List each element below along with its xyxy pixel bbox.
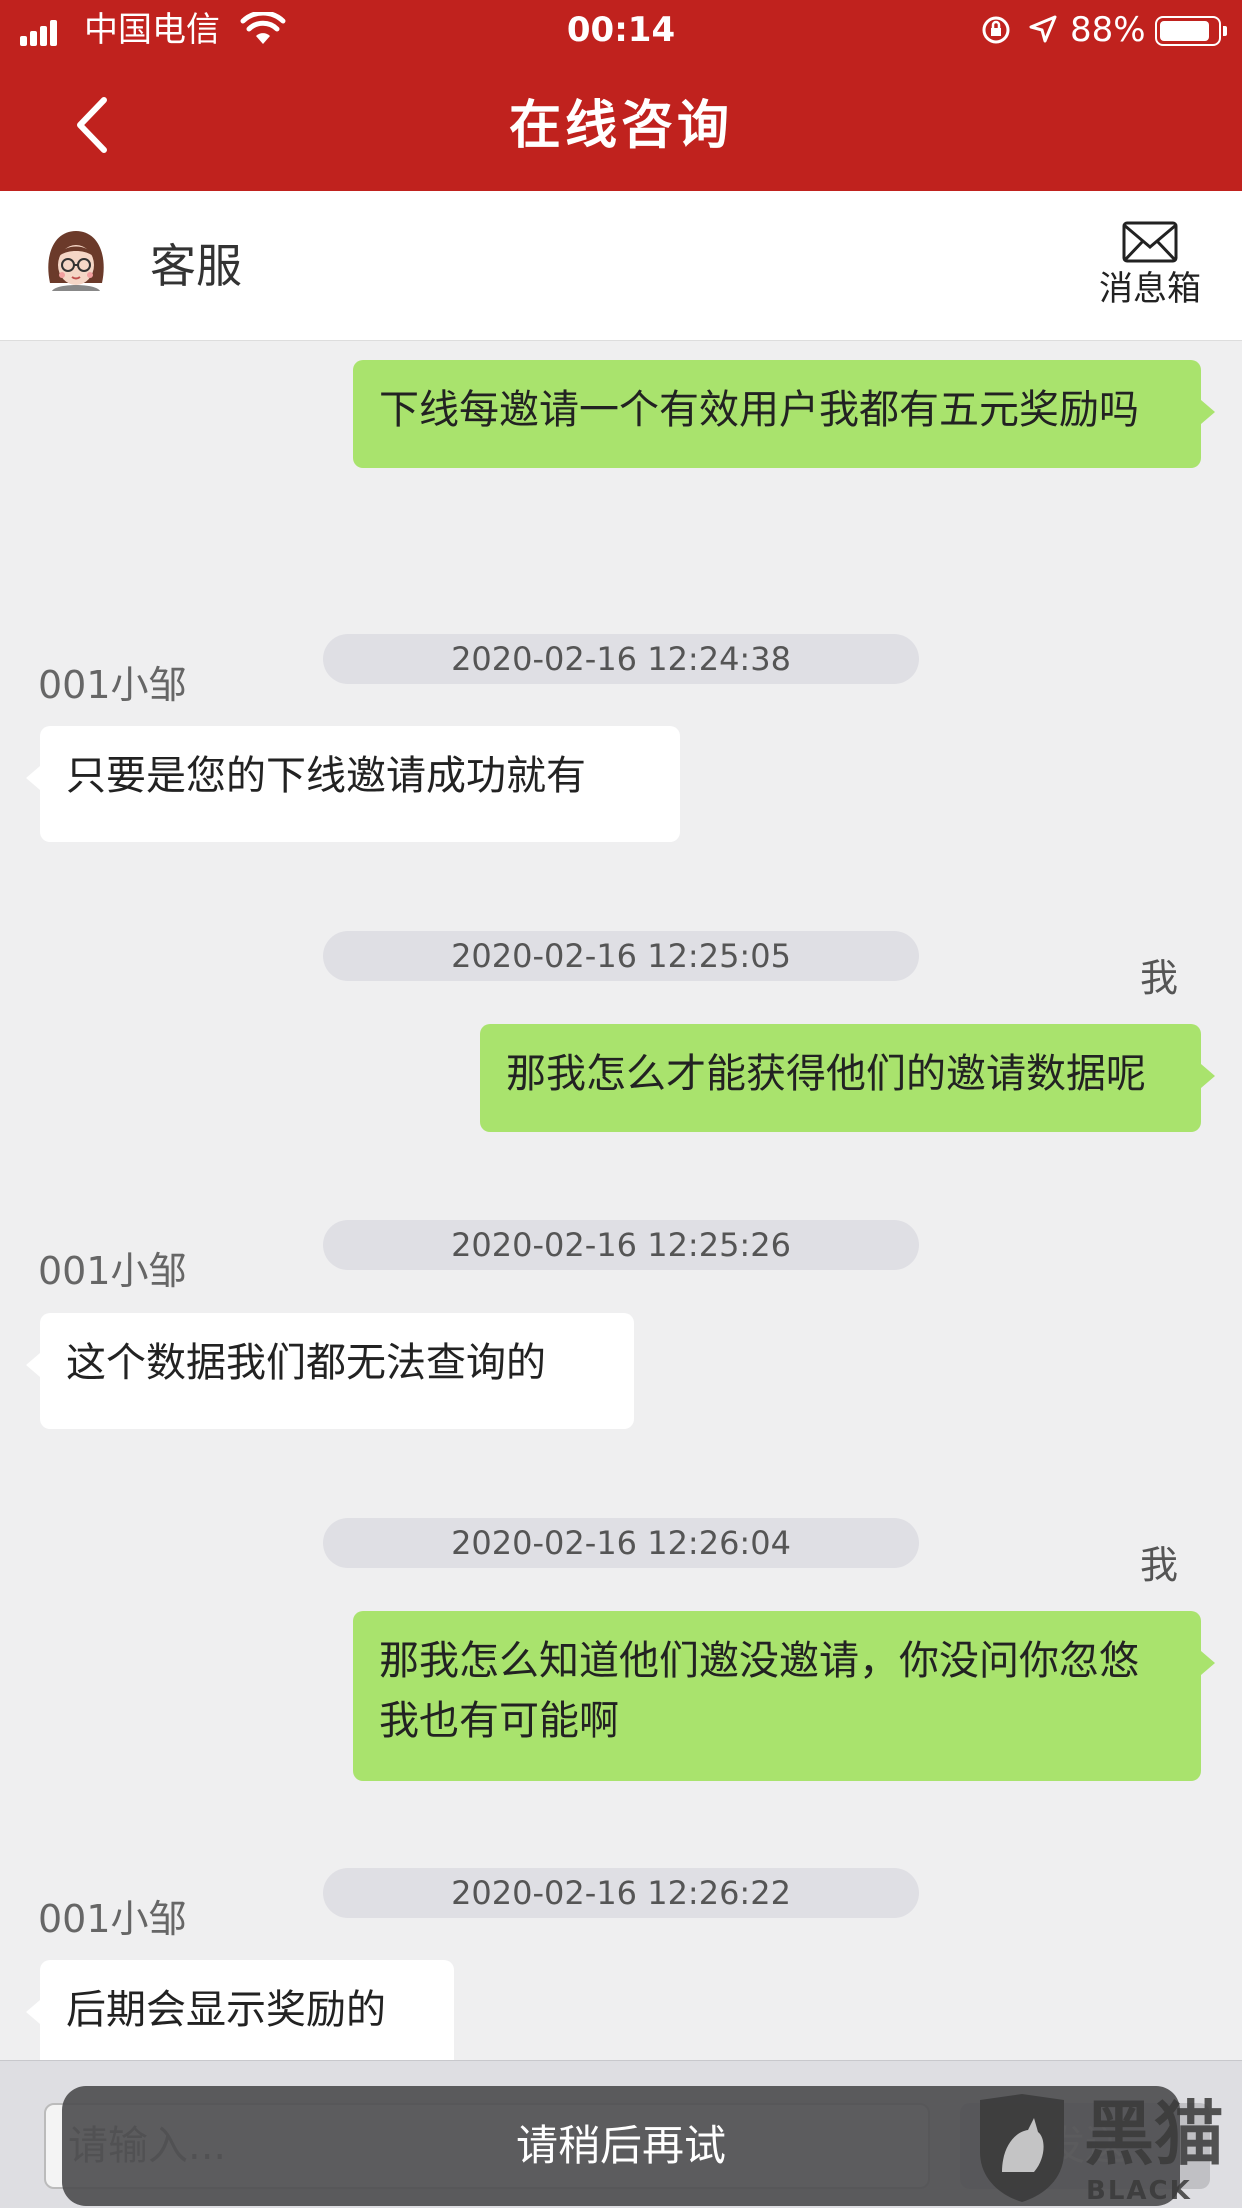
chat-area[interactable]: 下线每邀请一个有效用户我都有五元奖励吗 2020-02-16 12:24:38 … — [0, 342, 1242, 2060]
agent-header: 客服 消息箱 — [0, 191, 1242, 341]
watermark-cn: 黑猫 — [1084, 2093, 1224, 2175]
agent-avatar-icon — [48, 231, 104, 291]
agent-name: 客服 — [150, 239, 242, 293]
message-text: 这个数据我们都无法查询的 — [66, 1340, 546, 1386]
rotation-lock-icon — [982, 16, 1010, 44]
inbox-button[interactable]: 消息箱 — [1080, 221, 1220, 321]
message-text-line: 那我怎么知道他们邀没邀请，你没问你忽悠 — [379, 1638, 1139, 1684]
location-arrow-icon — [1029, 15, 1057, 43]
message-text: 下线每邀请一个有效用户我都有五元奖励吗 — [379, 387, 1139, 433]
agent-message-bubble[interactable]: 后期会显示奖励的 — [26, 1960, 454, 2060]
message-text: 后期会显示奖励的 — [66, 1987, 386, 2033]
envelope-icon — [1122, 221, 1178, 263]
sender-name: 001小邹 — [38, 663, 187, 707]
my-message-bubble[interactable]: 下线每邀请一个有效用户我都有五元奖励吗 — [353, 360, 1215, 468]
message-timestamp: 2020-02-16 12:24:38 — [323, 634, 919, 684]
nav-bar: 在线咨询 — [0, 60, 1242, 191]
sender-name: 001小邹 — [38, 1897, 187, 1941]
sender-name: 我 — [1139, 956, 1178, 1000]
page-title: 在线咨询 — [508, 96, 733, 156]
message-timestamp: 2020-02-16 12:26:04 — [323, 1518, 919, 1568]
message-timestamp: 2020-02-16 12:25:26 — [323, 1220, 919, 1270]
message-text-line: 我也有可能啊 — [379, 1698, 619, 1744]
blackcat-watermark: 黑猫 BLACK CAT — [972, 2092, 1242, 2208]
agent-message-bubble[interactable]: 这个数据我们都无法查询的 — [26, 1313, 634, 1429]
battery-icon — [1155, 16, 1227, 46]
sender-name: 我 — [1139, 1543, 1178, 1587]
status-bar: 中国电信 00:14 88% — [0, 0, 1242, 60]
message-text: 只要是您的下线邀请成功就有 — [66, 753, 586, 799]
battery-level-fill — [1160, 21, 1209, 41]
cat-shield-logo-icon — [980, 2094, 1064, 2202]
message-text: 那我怎么才能获得他们的邀请数据呢 — [506, 1051, 1146, 1097]
my-message-bubble[interactable]: 那我怎么知道他们邀没邀请，你没问你忽悠 我也有可能啊 — [353, 1611, 1215, 1781]
message-timestamp: 2020-02-16 12:26:22 — [323, 1868, 919, 1918]
my-message-bubble[interactable]: 那我怎么才能获得他们的邀请数据呢 — [480, 1024, 1215, 1132]
inbox-label: 消息箱 — [1099, 269, 1201, 309]
battery-percent: 88% — [1070, 10, 1146, 50]
agent-message-bubble[interactable]: 只要是您的下线邀请成功就有 — [26, 726, 680, 842]
message-timestamp: 2020-02-16 12:25:05 — [323, 931, 919, 981]
sender-name: 001小邹 — [38, 1249, 187, 1293]
watermark-en: BLACK CAT — [1086, 2176, 1192, 2208]
